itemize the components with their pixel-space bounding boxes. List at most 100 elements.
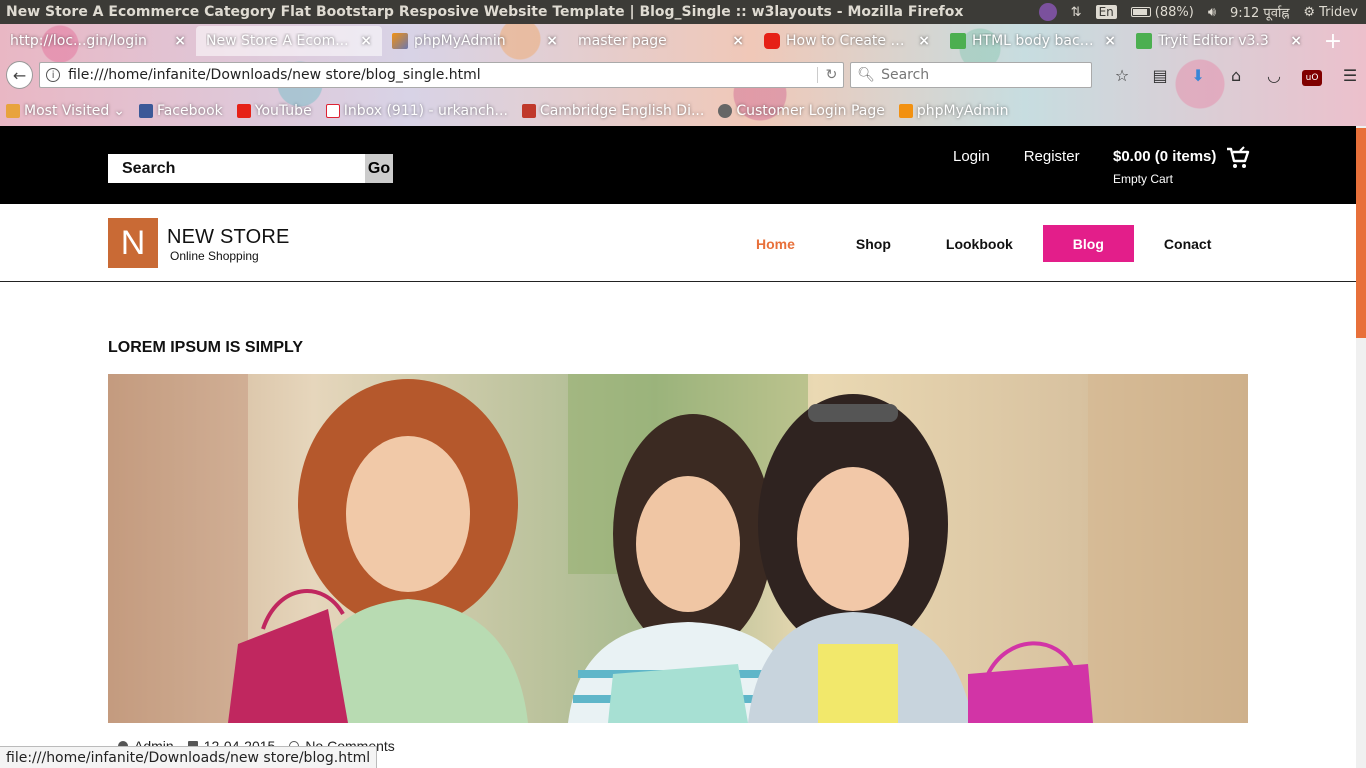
- empty-cart-link[interactable]: Empty Cart: [1113, 172, 1216, 186]
- cambridge-icon: [521, 104, 536, 118]
- post-title: LOREM IPSUM IS SIMPLY: [108, 339, 303, 356]
- navigation-toolbar: ← i file:///home/infanite/Downloads/new …: [0, 57, 1366, 93]
- site-search-input[interactable]: Search: [108, 154, 365, 183]
- bookmark-label: YouTube: [254, 103, 312, 119]
- post-hero-image: [108, 374, 1248, 723]
- info-icon[interactable]: i: [46, 68, 61, 82]
- network-icon[interactable]: ⇅: [1071, 5, 1082, 20]
- scrollbar[interactable]: [1356, 126, 1366, 768]
- bookmark-label: Most Visited: [24, 103, 110, 119]
- tab-new-store[interactable]: New Store A Ecom... ×: [196, 26, 382, 56]
- pocket-icon[interactable]: ◡: [1264, 66, 1284, 85]
- logo-name[interactable]: NEW STORE: [167, 226, 290, 249]
- bookmark-label: Customer Login Page: [736, 103, 885, 119]
- gear-icon: ⚙: [1303, 4, 1316, 20]
- battery-percent: (88%): [1154, 4, 1194, 20]
- toolbar-icons: ☆ ▤ ⬇ ⌂ ◡ uO ☰: [1112, 65, 1360, 86]
- menu-icon[interactable]: ☰: [1340, 66, 1360, 85]
- close-icon[interactable]: ×: [546, 33, 558, 49]
- battery-icon: [1130, 7, 1151, 17]
- cart-summary[interactable]: $0.00 (0 items) Empty Cart: [1113, 148, 1216, 186]
- reload-icon[interactable]: ↻: [816, 67, 837, 83]
- bookmark-label: Inbox (911) - urkanch...: [343, 103, 508, 119]
- bookmark-most-visited[interactable]: Most Visited ⌄: [6, 103, 125, 119]
- register-link[interactable]: Register: [1024, 148, 1080, 165]
- menu-item-blog[interactable]: Blog: [1042, 225, 1134, 262]
- home-icon[interactable]: ⌂: [1226, 66, 1246, 85]
- browser-chrome: http://loc...gin/login × New Store A Eco…: [0, 24, 1366, 126]
- tab-master-page[interactable]: master page ×: [568, 26, 754, 56]
- youtube-icon: [764, 33, 780, 49]
- tab-html-body-back[interactable]: HTML body back... ×: [940, 26, 1126, 56]
- logo-tagline: Online Shopping: [170, 249, 259, 263]
- bookmark-youtube[interactable]: YouTube: [236, 103, 312, 119]
- back-button[interactable]: ←: [6, 61, 34, 89]
- tab-strip: http://loc...gin/login × New Store A Eco…: [0, 24, 1366, 56]
- w3schools-icon: [950, 33, 966, 49]
- browser-search-placeholder: Search: [881, 67, 930, 83]
- system-tray: ⇅ En (88%) 🔊︎ 9:12 पूर्वाह्न ⚙ Tridev: [1038, 3, 1366, 21]
- close-icon[interactable]: ×: [1104, 33, 1116, 49]
- user-menu[interactable]: ⚙ Tridev: [1303, 5, 1358, 20]
- url-text: file:///home/infanite/Downloads/new stor…: [68, 67, 481, 83]
- phpmyadmin-icon: [898, 104, 913, 118]
- bookmark-label: Cambridge English Di...: [539, 103, 705, 119]
- bookmark-phpmyadmin[interactable]: phpMyAdmin: [898, 103, 1009, 119]
- close-icon[interactable]: ×: [174, 33, 186, 49]
- search-icon: 🔍︎: [857, 67, 876, 83]
- bookmark-facebook[interactable]: Facebook: [138, 103, 223, 119]
- new-tab-button[interactable]: +: [1318, 26, 1348, 56]
- facebook-icon: [138, 104, 153, 118]
- menu-item-lookbook[interactable]: Lookbook: [921, 225, 1034, 262]
- url-bar[interactable]: i file:///home/infanite/Downloads/new st…: [39, 62, 845, 88]
- main-menu: Home Shop Lookbook Blog Conact: [735, 225, 1232, 262]
- menu-item-contact[interactable]: Conact: [1143, 225, 1232, 262]
- tab-localhost-login[interactable]: http://loc...gin/login ×: [0, 26, 196, 56]
- youtube-icon: [236, 104, 251, 118]
- tab-phpmyadmin[interactable]: phpMyAdmin ×: [382, 26, 568, 56]
- cart-icon[interactable]: [1226, 146, 1250, 174]
- close-icon[interactable]: ×: [918, 33, 930, 49]
- tab-tryit-editor[interactable]: Tryit Editor v3.3 ×: [1126, 26, 1312, 56]
- ublock-icon[interactable]: uO: [1302, 65, 1323, 86]
- tab-label: HTML body back...: [972, 33, 1099, 49]
- tab-how-to-create[interactable]: How to Create A... ×: [754, 26, 940, 56]
- tab-label: New Store A Ecom...: [206, 33, 349, 49]
- bookmark-inbox[interactable]: Inbox (911) - urkanch...: [325, 103, 508, 119]
- close-icon[interactable]: ×: [732, 33, 744, 49]
- menu-item-home[interactable]: Home: [735, 225, 816, 262]
- bookmarks-toolbar: Most Visited ⌄ Facebook YouTube Inbox (9…: [0, 97, 1366, 125]
- gmail-icon: [325, 104, 340, 118]
- clock[interactable]: 9:12 पूर्वाह्न: [1230, 3, 1289, 21]
- w3schools-icon: [1136, 33, 1152, 49]
- chevron-down-icon: ⌄: [113, 103, 125, 119]
- tab-label: Tryit Editor v3.3: [1158, 33, 1269, 49]
- site-header: N NEW STORE Online Shopping Home Shop Lo…: [0, 204, 1356, 282]
- keyboard-layout[interactable]: En: [1095, 5, 1117, 19]
- tab-label: http://loc...gin/login: [10, 33, 147, 49]
- logo-mark[interactable]: N: [108, 218, 158, 268]
- page-viewport: Search Go Login Register $0.00 (0 items)…: [0, 126, 1366, 768]
- volume-icon[interactable]: 🔊︎: [1208, 5, 1216, 20]
- menu-item-shop[interactable]: Shop: [816, 225, 921, 262]
- account-links: Login Register: [953, 148, 1080, 165]
- browser-search-input[interactable]: 🔍︎ Search: [850, 62, 1093, 88]
- bookmark-label: phpMyAdmin: [916, 103, 1009, 119]
- site-search: Search Go: [108, 154, 393, 183]
- battery-indicator[interactable]: (88%): [1130, 4, 1194, 20]
- close-icon[interactable]: ×: [360, 33, 372, 49]
- globe-icon: [718, 104, 733, 118]
- os-top-bar: New Store A Ecommerce Category Flat Boot…: [0, 0, 1366, 24]
- login-link[interactable]: Login: [953, 148, 990, 165]
- bookmark-customer-login[interactable]: Customer Login Page: [718, 103, 885, 119]
- download-icon[interactable]: ⬇: [1188, 66, 1208, 85]
- phpmyadmin-icon: [392, 33, 408, 49]
- bookmark-cambridge[interactable]: Cambridge English Di...: [521, 103, 705, 119]
- reader-view-icon[interactable]: ▤: [1150, 66, 1170, 85]
- viber-icon[interactable]: [1038, 3, 1057, 21]
- close-icon[interactable]: ×: [1290, 33, 1302, 49]
- bookmark-star-icon[interactable]: ☆: [1112, 66, 1132, 85]
- browser-status-bar: file:///home/infanite/Downloads/new stor…: [0, 746, 378, 768]
- go-button[interactable]: Go: [365, 154, 393, 183]
- scrollbar-thumb[interactable]: [1356, 128, 1366, 338]
